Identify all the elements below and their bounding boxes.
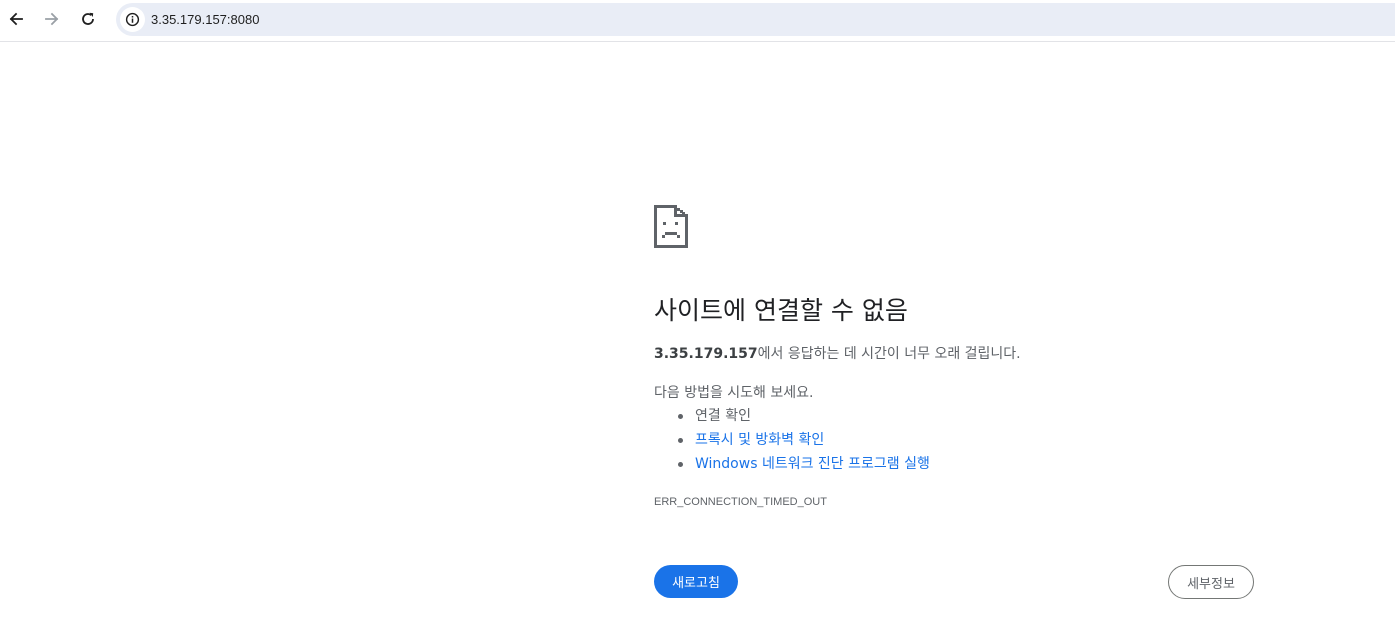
check-proxy-firewall-link[interactable]: 프록시 및 방화벽 확인	[695, 432, 824, 448]
suggestion-label: 연결 확인	[695, 408, 751, 424]
forward-button[interactable]	[38, 5, 66, 33]
suggestions-label: 다음 방법을 시도해 보세요.	[654, 385, 814, 401]
suggestions-list: 연결 확인 프록시 및 방화벽 확인 Windows 네트워크 진단 프로그램 …	[654, 404, 930, 476]
sad-page-icon	[654, 205, 688, 248]
bullet-icon	[678, 462, 683, 467]
url-text[interactable]: 3.35.179.157:8080	[151, 3, 259, 36]
arrow-right-icon	[45, 12, 59, 26]
bullet-icon	[678, 438, 683, 443]
error-description: 3.35.179.157에서 응답하는 데 시간이 너무 오래 걸립니다.	[654, 343, 1021, 363]
address-bar[interactable]: 3.35.179.157:8080	[116, 3, 1395, 36]
arrow-left-icon	[9, 12, 23, 26]
reload-page-button[interactable]	[74, 5, 102, 33]
browser-toolbar: 3.35.179.157:8080	[0, 0, 1395, 42]
reload-icon	[82, 12, 94, 25]
suggestion-check-proxy-firewall: 프록시 및 방화벽 확인	[654, 428, 930, 452]
site-info-button[interactable]	[120, 7, 145, 32]
bullet-icon	[678, 414, 683, 419]
error-host: 3.35.179.157	[654, 346, 758, 362]
error-code: ERR_CONNECTION_TIMED_OUT	[654, 496, 827, 508]
details-button[interactable]: 세부정보	[1168, 565, 1254, 599]
error-description-text: 에서 응답하는 데 시간이 너무 오래 걸립니다.	[757, 346, 1021, 362]
suggestion-run-diagnostics: Windows 네트워크 진단 프로그램 실행	[654, 452, 930, 476]
suggestion-check-connection: 연결 확인	[654, 404, 930, 428]
back-button[interactable]	[2, 5, 30, 33]
run-network-diagnostics-link[interactable]: Windows 네트워크 진단 프로그램 실행	[695, 456, 930, 472]
reload-button[interactable]: 새로고침	[654, 565, 738, 598]
info-icon	[125, 12, 140, 27]
error-heading: 사이트에 연결할 수 없음	[654, 296, 908, 325]
